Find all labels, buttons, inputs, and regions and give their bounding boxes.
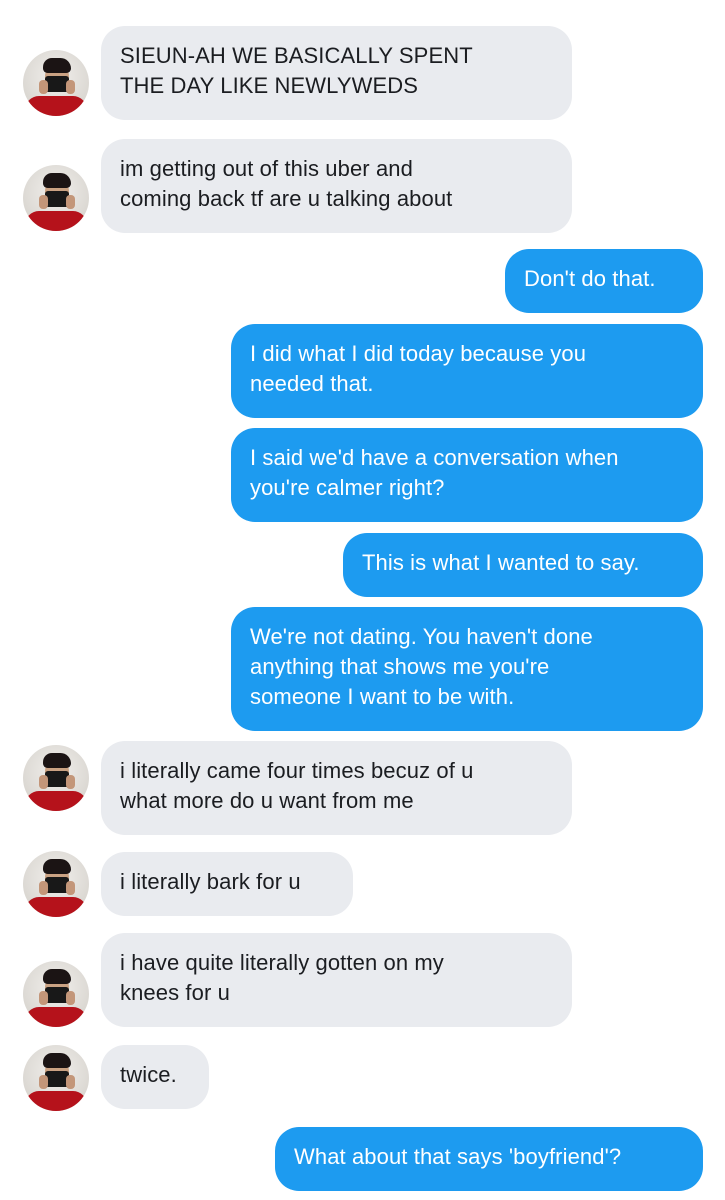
sender-avatar[interactable] xyxy=(23,851,89,917)
message-bubble[interactable]: We're not dating. You haven't done anyth… xyxy=(231,607,703,731)
message-bubble[interactable]: im getting out of this uber and coming b… xyxy=(101,139,572,233)
message-bubble[interactable]: This is what I wanted to say. xyxy=(343,533,703,597)
message-bubble[interactable]: I said we'd have a conversation when you… xyxy=(231,428,703,522)
message-bubble[interactable]: twice. xyxy=(101,1045,209,1109)
message-bubble[interactable]: i have quite literally gotten on my knee… xyxy=(101,933,572,1027)
sender-avatar[interactable] xyxy=(23,1045,89,1111)
sender-avatar[interactable] xyxy=(23,961,89,1027)
sender-avatar[interactable] xyxy=(23,165,89,231)
message-bubble[interactable]: i literally came four times becuz of u w… xyxy=(101,741,572,835)
message-bubble[interactable]: SIEUN-AH WE BASICALLY SPENT THE DAY LIKE… xyxy=(101,26,572,120)
sender-avatar[interactable] xyxy=(23,50,89,116)
message-bubble[interactable]: i literally bark for u xyxy=(101,852,353,916)
message-bubble[interactable]: What about that says 'boyfriend'? xyxy=(275,1127,703,1191)
message-bubble[interactable]: Don't do that. xyxy=(505,249,703,313)
message-bubble[interactable]: I did what I did today because you neede… xyxy=(231,324,703,418)
sender-avatar[interactable] xyxy=(23,745,89,811)
